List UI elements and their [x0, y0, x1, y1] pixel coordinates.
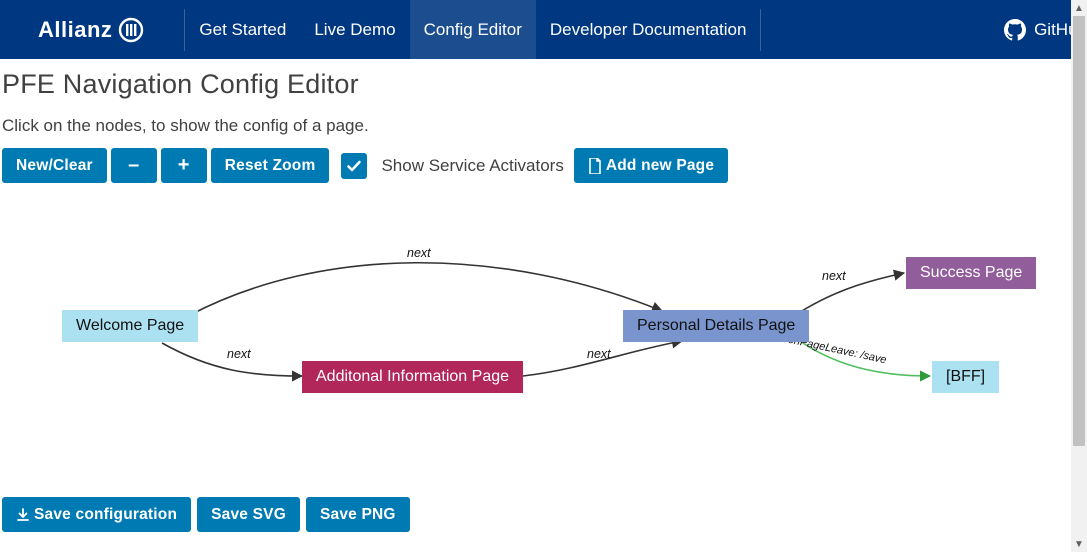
- save-config-label: Save configuration: [34, 506, 177, 524]
- node-additional[interactable]: Additonal Information Page: [302, 361, 523, 393]
- top-nav: Allianz Get Started Live Demo Config Edi…: [0, 0, 1087, 59]
- add-page-label: Add new Page: [606, 157, 714, 175]
- scrollbar[interactable]: ▲ ▼: [1071, 0, 1087, 552]
- diagram[interactable]: next next next next onPageLeave: /save W…: [2, 191, 1085, 471]
- show-sa-label: Show Service Activators: [381, 156, 563, 176]
- nav-separator: [760, 9, 761, 51]
- scroll-down-icon[interactable]: ▼: [1071, 536, 1087, 552]
- allianz-logo-icon: [118, 17, 144, 43]
- page-body: PFE Navigation Config Editor Click on th…: [0, 59, 1087, 471]
- node-bff[interactable]: [BFF]: [932, 361, 999, 393]
- nav-config-editor[interactable]: Config Editor: [410, 0, 536, 59]
- node-success[interactable]: Success Page: [906, 257, 1036, 289]
- show-sa-checkbox[interactable]: [341, 153, 367, 179]
- file-icon: [588, 158, 602, 174]
- edge-label: next: [587, 347, 611, 361]
- download-icon: [16, 508, 30, 522]
- node-personal[interactable]: Personal Details Page: [623, 310, 809, 342]
- scroll-thumb[interactable]: [1073, 16, 1085, 446]
- zoom-in-button[interactable]: +: [161, 148, 207, 183]
- brand-name: Allianz: [38, 17, 112, 43]
- nav-dev-docs[interactable]: Developer Documentation: [536, 0, 761, 59]
- brand-logo[interactable]: Allianz: [0, 17, 184, 43]
- page-title: PFE Navigation Config Editor: [2, 69, 1085, 100]
- new-clear-button[interactable]: New/Clear: [2, 148, 107, 183]
- page-hint: Click on the nodes, to show the config o…: [2, 116, 1085, 136]
- scroll-up-icon[interactable]: ▲: [1071, 0, 1087, 16]
- save-png-button[interactable]: Save PNG: [306, 497, 410, 532]
- check-icon: [346, 158, 362, 174]
- nav-live-demo[interactable]: Live Demo: [300, 0, 409, 59]
- edge-label: next: [227, 347, 251, 361]
- toolbar: New/Clear – + Reset Zoom Show Service Ac…: [2, 148, 1085, 183]
- edge-label: next: [407, 246, 431, 260]
- nav-links: Get Started Live Demo Config Editor Deve…: [185, 0, 760, 59]
- node-welcome[interactable]: Welcome Page: [62, 310, 198, 342]
- github-icon: [1004, 19, 1026, 41]
- reset-zoom-button[interactable]: Reset Zoom: [211, 148, 330, 183]
- add-page-button[interactable]: Add new Page: [574, 148, 728, 183]
- bottom-bar: Save configuration Save SVG Save PNG: [2, 497, 410, 532]
- save-config-button[interactable]: Save configuration: [2, 497, 191, 532]
- nav-get-started[interactable]: Get Started: [185, 0, 300, 59]
- save-svg-button[interactable]: Save SVG: [197, 497, 300, 532]
- zoom-out-button[interactable]: –: [111, 148, 157, 183]
- edge-label: next: [822, 269, 846, 283]
